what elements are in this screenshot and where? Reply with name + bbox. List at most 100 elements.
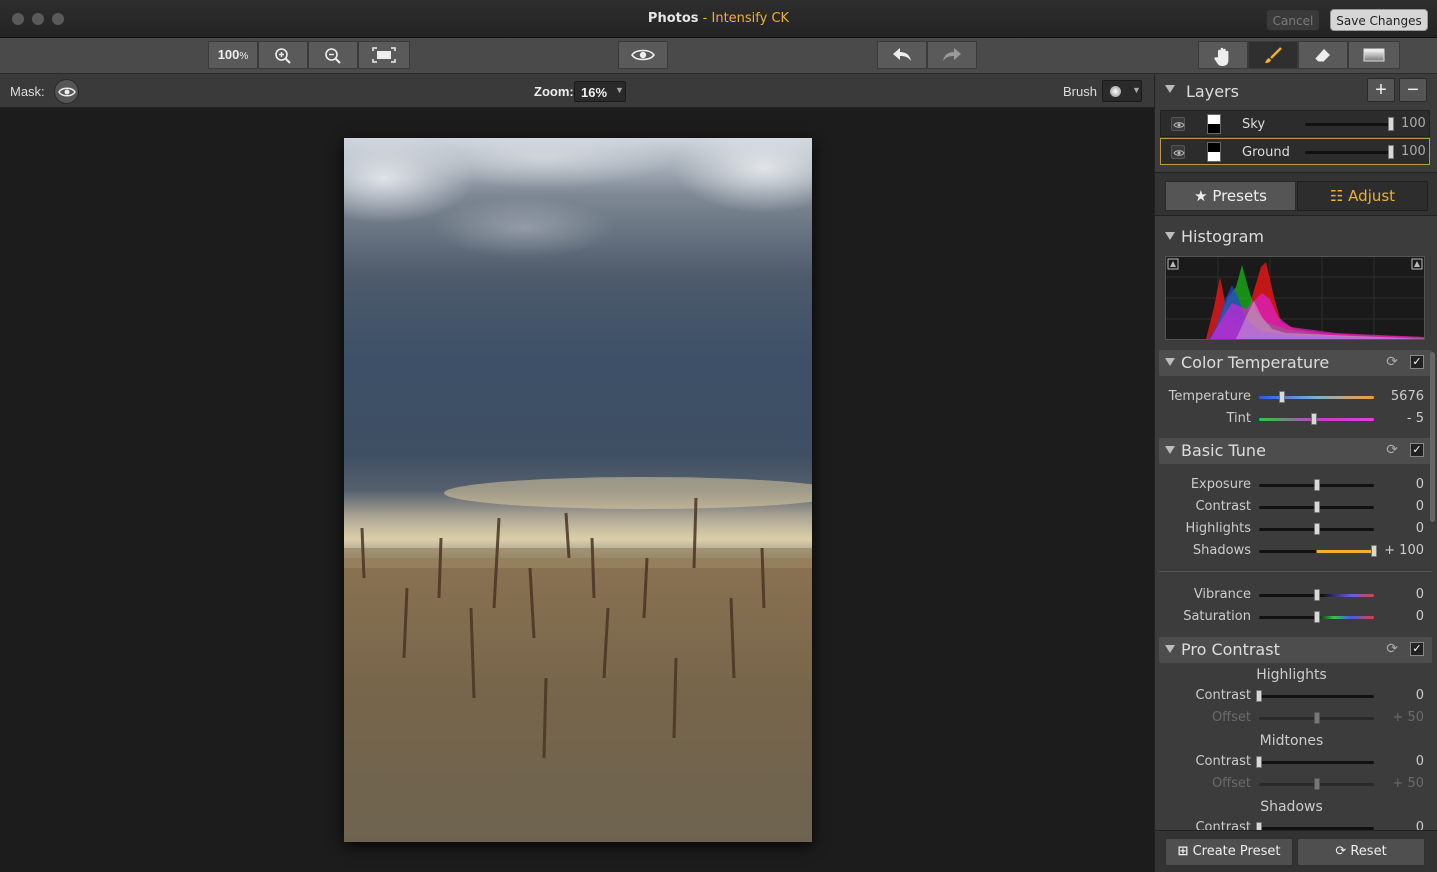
collapse-triangle-icon: [1165, 446, 1175, 454]
preview-toggle-button[interactable]: [618, 41, 668, 69]
layer-visibility-toggle[interactable]: [1171, 145, 1185, 159]
slider-value: - 5: [1406, 411, 1424, 426]
zoom-100-button[interactable]: 100%: [208, 41, 258, 69]
mask-visibility-toggle[interactable]: [54, 79, 79, 104]
add-layer-button[interactable]: +: [1367, 78, 1395, 102]
slider-row-highlights-contrast: Contrast 0: [1155, 685, 1437, 707]
minus-icon: −: [1407, 79, 1419, 101]
undo-button[interactable]: [877, 41, 927, 69]
layer-opacity-thumb[interactable]: [1388, 145, 1394, 159]
sliders-icon: ☷: [1329, 187, 1344, 205]
zoom-in-button[interactable]: [258, 41, 308, 69]
slider-thumb[interactable]: [1313, 501, 1320, 513]
remove-layer-button[interactable]: −: [1399, 78, 1427, 102]
zoom-out-button[interactable]: [308, 41, 358, 69]
slider-label: Shadows: [1192, 543, 1251, 558]
slider-row-midtones-offset: Offset + 50: [1155, 773, 1437, 795]
panel-scrollbar[interactable]: [1430, 352, 1435, 522]
eraser-icon: [1314, 49, 1330, 63]
tab-presets-label: Presets: [1212, 187, 1267, 205]
brush-size-select[interactable]: ▼: [1102, 80, 1142, 102]
tab-adjust[interactable]: ☷ Adjust: [1297, 181, 1428, 211]
brush-tool-button[interactable]: [1248, 41, 1298, 69]
pro-contrast-header[interactable]: Pro Contrast ⟳ ✓: [1159, 637, 1432, 663]
enable-section-checkbox[interactable]: ✓: [1410, 443, 1424, 457]
temperature-track[interactable]: [1259, 396, 1374, 399]
collapse-triangle-icon: [1165, 645, 1175, 653]
slider-value: 0: [1415, 477, 1424, 492]
layer-row-sky[interactable]: Sky 100: [1160, 110, 1430, 137]
slider-thumb[interactable]: [1313, 611, 1320, 623]
layers-header: Layers + −: [1155, 74, 1437, 106]
reset-icon: ⟳: [1335, 844, 1347, 859]
tab-presets[interactable]: ★ Presets: [1165, 181, 1296, 211]
layer-row-ground[interactable]: Ground 100: [1160, 138, 1430, 165]
layer-opacity-track[interactable]: [1305, 151, 1391, 154]
layer-visibility-toggle[interactable]: [1171, 117, 1185, 131]
hand-tool-button[interactable]: [1198, 41, 1248, 69]
gradient-tool-button[interactable]: [1348, 41, 1400, 69]
slider-label: Contrast: [1195, 754, 1251, 769]
slider-row-highlights: Highlights 0: [1155, 518, 1437, 540]
enable-section-checkbox[interactable]: ✓: [1410, 642, 1424, 656]
chevron-down-icon: ▼: [1132, 85, 1141, 95]
slider-thumb[interactable]: [1313, 712, 1320, 724]
star-icon: ★: [1194, 187, 1208, 205]
eye-icon: [58, 87, 76, 97]
slider-value: 0: [1415, 754, 1424, 769]
slider-thumb[interactable]: [1256, 756, 1262, 768]
layer-opacity-track[interactable]: [1305, 123, 1391, 126]
fit-to-screen-button[interactable]: [358, 41, 410, 69]
slider-value: + 50: [1392, 710, 1424, 725]
basic-tune-title: Basic Tune: [1181, 441, 1266, 460]
layer-opacity-thumb[interactable]: [1388, 117, 1394, 131]
enable-section-checkbox[interactable]: ✓: [1410, 355, 1424, 369]
slider-label: Contrast: [1195, 688, 1251, 703]
hand-icon: [1214, 47, 1229, 66]
reset-button[interactable]: ⟳ Reset: [1297, 838, 1425, 866]
zoom-value: 16%: [581, 85, 608, 100]
basic-tune-header[interactable]: Basic Tune ⟳ ✓: [1159, 438, 1432, 464]
slider-row-exposure: Exposure 0: [1155, 474, 1437, 496]
mode-tabs: ★ Presets ☷ Adjust: [1155, 172, 1437, 216]
eye-icon: [631, 49, 655, 61]
brush-label: Brush: [1063, 84, 1097, 99]
slider-thumb[interactable]: [1313, 479, 1320, 491]
mask-label: Mask:: [10, 84, 45, 99]
slider-thumb[interactable]: [1313, 778, 1320, 790]
save-changes-button[interactable]: Save Changes: [1330, 9, 1428, 31]
reset-section-icon[interactable]: ⟳: [1386, 354, 1398, 370]
reset-section-icon[interactable]: ⟳: [1386, 442, 1398, 458]
histogram-header[interactable]: Histogram: [1159, 224, 1432, 250]
slider-row-temperature: Temperature 5676: [1155, 386, 1437, 408]
temperature-thumb[interactable]: [1279, 391, 1285, 403]
slider-track[interactable]: [1259, 761, 1374, 764]
redo-button[interactable]: [927, 41, 977, 69]
undo-icon: [893, 48, 911, 61]
window-title: Photos - Intensify CK: [0, 11, 1437, 26]
zoom-100-label: 100: [217, 47, 240, 62]
slider-track[interactable]: [1259, 695, 1374, 698]
create-preset-button[interactable]: ⊞ Create Preset: [1165, 838, 1293, 866]
image-canvas[interactable]: [0, 109, 1154, 872]
slider-thumb[interactable]: [1371, 545, 1377, 557]
cancel-button[interactable]: Cancel: [1266, 9, 1320, 31]
reset-label: Reset: [1350, 844, 1387, 859]
slider-thumb[interactable]: [1256, 690, 1262, 702]
layer-opacity-value: 100: [1401, 116, 1426, 131]
slider-thumb[interactable]: [1313, 589, 1320, 601]
slider-value: + 50: [1392, 776, 1424, 791]
reset-section-icon[interactable]: ⟳: [1386, 641, 1398, 657]
slider-track[interactable]: [1259, 550, 1374, 553]
color-temperature-header[interactable]: Color Temperature ⟳ ✓: [1159, 350, 1432, 376]
slider-label: Offset: [1211, 710, 1251, 725]
zoom-in-icon: [275, 48, 291, 64]
collapse-triangle-icon[interactable]: [1165, 85, 1175, 93]
fit-screen-icon: [372, 47, 396, 63]
tint-thumb[interactable]: [1311, 413, 1318, 425]
slider-thumb[interactable]: [1313, 523, 1320, 535]
zoom-select[interactable]: 16% ▼: [574, 81, 626, 102]
histogram-graph: [1166, 257, 1424, 339]
photo-preview[interactable]: [344, 138, 812, 842]
eraser-tool-button[interactable]: [1298, 41, 1348, 69]
